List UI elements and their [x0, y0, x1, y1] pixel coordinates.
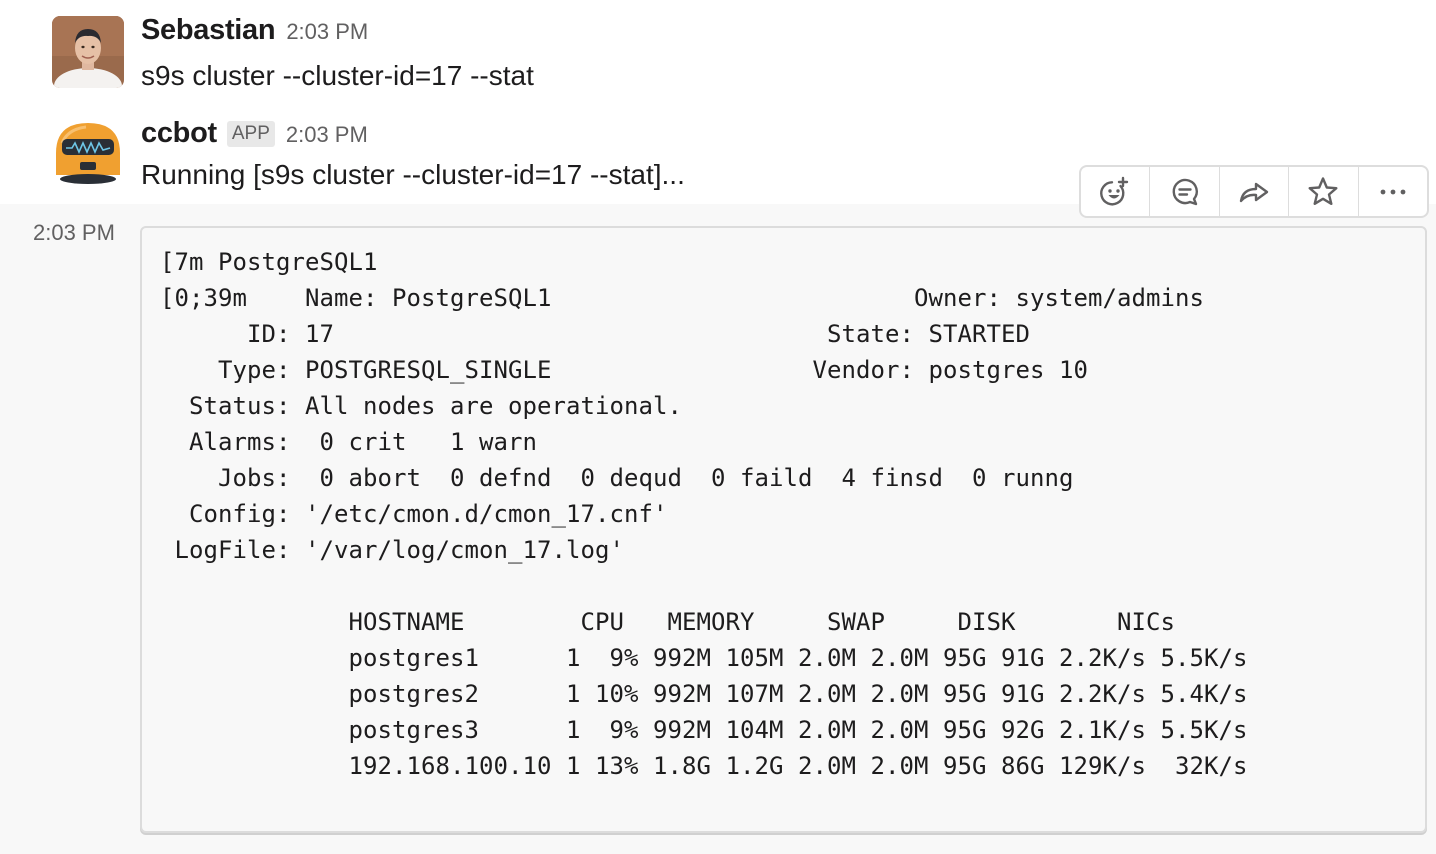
code-line: [7m PostgreSQL1: [160, 248, 378, 276]
app-badge: APP: [226, 121, 275, 147]
code-line: Config: '/etc/cmon.d/cmon_17.cnf': [160, 500, 668, 528]
message-actions-toolbar: [1079, 165, 1429, 218]
code-line: HOSTNAME CPU MEMORY SWAP DISK NICs: [160, 608, 1175, 636]
emoji-plus-icon: [1100, 176, 1129, 205]
message-text: Running [s9s cluster --cluster-id=17 --s…: [141, 159, 685, 190]
message-header: ccbot APP 2:03 PM: [141, 117, 368, 150]
code-line: postgres2 1 10% 992M 107M 2.0M 2.0M 95G …: [160, 680, 1248, 708]
code-line: postgres3 1 9% 992M 104M 2.0M 2.0M 95G 9…: [160, 716, 1248, 744]
star-icon: [1308, 176, 1338, 205]
code-line: LogFile: '/var/log/cmon_17.log': [160, 536, 624, 564]
code-line: Type: POSTGRESQL_SINGLE Vendor: postgres…: [160, 356, 1088, 384]
code-line: [0;39m Name: PostgreSQL1 Owner: system/a…: [160, 284, 1204, 312]
add-reaction-button[interactable]: [1081, 167, 1151, 216]
code-line: postgres1 1 9% 992M 105M 2.0M 2.0M 95G 9…: [160, 644, 1248, 672]
ellipsis-icon: [1380, 189, 1406, 194]
reply-in-thread-button[interactable]: [1150, 167, 1220, 216]
more-actions-button[interactable]: [1359, 167, 1427, 216]
code-line: Jobs: 0 abort 0 defnd 0 dequd 0 faild 4 …: [160, 464, 1074, 492]
share-message-button[interactable]: [1220, 167, 1290, 216]
code-line: ID: 17 State: STARTED: [160, 320, 1030, 348]
user-avatar[interactable]: [52, 16, 124, 88]
message-continuation: 2:03 PM [7m PostgreSQL1 [0;39m Name: Post…: [0, 204, 1436, 854]
message-timestamp[interactable]: 2:03 PM: [286, 122, 368, 148]
share-arrow-icon: [1239, 182, 1269, 202]
code-line: Alarms: 0 crit 1 warn: [160, 428, 537, 456]
code-line: 192.168.100.10 1 13% 1.8G 1.2G 2.0M 2.0M…: [160, 752, 1248, 780]
code-block: [7m PostgreSQL1 [0;39m Name: PostgreSQL1 …: [140, 226, 1427, 833]
message-sebastian: Sebastian 2:03 PM s9s cluster --cluster-…: [0, 0, 1436, 105]
code-line: Status: All nodes are operational.: [160, 392, 682, 420]
speech-bubble-icon: [1172, 178, 1198, 205]
message-header: Sebastian 2:03 PM: [141, 14, 368, 47]
message-text: s9s cluster --cluster-id=17 --stat: [141, 60, 534, 91]
robot-icon: [52, 119, 124, 191]
bot-avatar[interactable]: [52, 119, 124, 191]
user-photo-icon: [52, 16, 124, 88]
sender-name[interactable]: Sebastian: [141, 14, 276, 47]
save-item-button[interactable]: [1289, 167, 1359, 216]
message-timestamp[interactable]: 2:03 PM: [286, 19, 368, 45]
message-timestamp[interactable]: 2:03 PM: [33, 220, 115, 246]
sender-name[interactable]: ccbot: [141, 117, 217, 150]
